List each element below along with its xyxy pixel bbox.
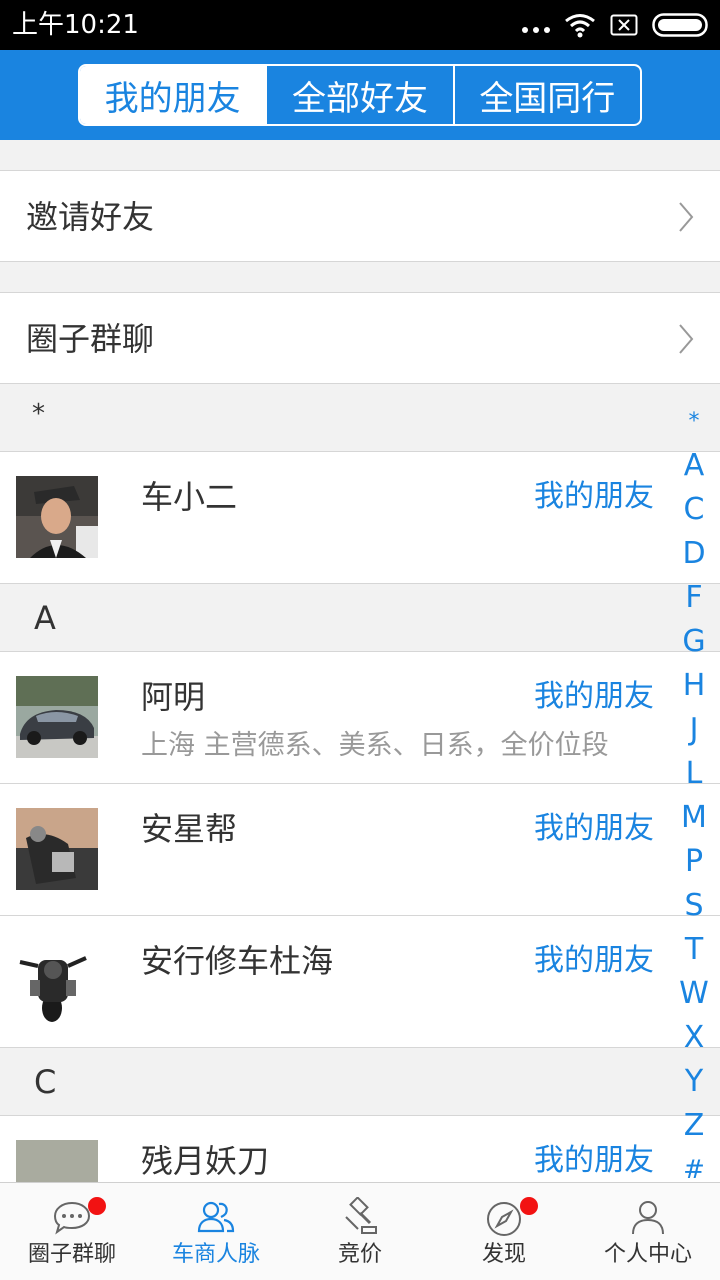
index-letter[interactable]: A [676, 444, 712, 488]
section-letter: C [34, 1063, 57, 1101]
tab-all-friends[interactable]: 全部好友 [265, 66, 452, 124]
contact-name: 阿明 [141, 678, 206, 716]
index-letter[interactable]: S [676, 884, 712, 928]
section-header-star: * [0, 384, 720, 452]
notification-dot [520, 1197, 538, 1215]
status-bar: 上午10:21 [0, 0, 720, 50]
index-letter[interactable]: Z [676, 1104, 712, 1148]
index-letter[interactable]: W [676, 972, 712, 1016]
avatar [16, 940, 98, 1022]
battery-icon [652, 13, 708, 37]
header: 我的朋友 全部好友 全国同行 [0, 50, 720, 140]
friend-tag: 我的朋友 [534, 1143, 654, 1178]
tab-my-friends[interactable]: 我的朋友 [80, 66, 266, 124]
contact-name: 安星帮 [141, 810, 238, 848]
contact-name: 车小二 [141, 478, 238, 516]
tab-national-peers[interactable]: 全国同行 [452, 66, 640, 124]
bottom-nav: 圈子群聊 车商人脉 竞价 发现 个人中心 [0, 1182, 720, 1280]
more-dots-icon [522, 27, 550, 33]
chevron-right-icon [679, 324, 694, 354]
alphabet-index[interactable]: * A C D F G H J L M P S T W X Y Z # [676, 400, 712, 1192]
avatar [16, 476, 98, 558]
friend-tag: 我的朋友 [534, 679, 654, 714]
index-letter[interactable]: Y [676, 1060, 712, 1104]
index-letter[interactable]: C [676, 488, 712, 532]
group-chat-row[interactable]: 圈子群聊 [0, 292, 720, 384]
notification-dot [88, 1197, 106, 1215]
section-letter: * [32, 399, 45, 429]
index-letter[interactable]: M [676, 796, 712, 840]
contact-name: 安行修车杜海 [141, 942, 334, 980]
nav-label: 发现 [481, 1242, 526, 1267]
index-letter[interactable]: H [676, 664, 712, 708]
group-chat-label: 圈子群聊 [26, 320, 155, 358]
index-letter[interactable]: X [676, 1016, 712, 1060]
person-icon [632, 1201, 664, 1235]
contact-row[interactable]: 阿明 我的朋友 上海 主营德系、美系、日系，全价位段 [0, 652, 720, 784]
contact-row[interactable]: 车小二 我的朋友 [0, 452, 720, 584]
index-letter[interactable]: L [676, 752, 712, 796]
friend-tag: 我的朋友 [534, 479, 654, 514]
chevron-right-icon [679, 202, 694, 232]
chat-bubble-icon [53, 1201, 91, 1235]
nav-label: 竞价 [337, 1242, 382, 1267]
invite-friends-row[interactable]: 邀请好友 [0, 170, 720, 262]
index-letter[interactable]: P [676, 840, 712, 884]
avatar [16, 808, 98, 890]
no-sim-icon [610, 14, 638, 36]
nav-discover[interactable]: 发现 [432, 1183, 576, 1280]
gavel-icon [345, 1197, 377, 1234]
nav-bidding[interactable]: 竞价 [288, 1183, 432, 1280]
section-header-c: C [0, 1048, 720, 1116]
status-icons [522, 10, 708, 40]
friend-tag: 我的朋友 [534, 811, 654, 846]
section-letter: A [34, 599, 56, 637]
contact-row[interactable]: 安星帮 我的朋友 [0, 784, 720, 916]
invite-friends-label: 邀请好友 [26, 198, 155, 236]
nav-profile[interactable]: 个人中心 [576, 1183, 720, 1280]
wifi-icon [565, 14, 595, 38]
index-letter[interactable]: F [676, 576, 712, 620]
friend-tag: 我的朋友 [534, 943, 654, 978]
status-time: 上午10:21 [12, 10, 139, 40]
screen: 上午10:21 我的朋友 全部好友 全国同行 邀请好友 圈子群聊 * 车小二 我… [0, 0, 720, 1280]
index-letter[interactable]: J [676, 708, 712, 752]
index-letter[interactable]: D [676, 532, 712, 576]
nav-group-chat[interactable]: 圈子群聊 [0, 1183, 144, 1280]
contact-row[interactable]: 安行修车杜海 我的朋友 [0, 916, 720, 1048]
people-icon [197, 1201, 235, 1233]
index-letter[interactable]: * [676, 400, 712, 444]
compass-icon [487, 1202, 521, 1236]
contact-name: 残月妖刀 [141, 1142, 270, 1180]
nav-label: 个人中心 [603, 1242, 692, 1267]
section-header-a: A [0, 584, 720, 652]
avatar [16, 676, 98, 758]
index-letter[interactable]: G [676, 620, 712, 664]
contact-description: 上海 主营德系、美系、日系，全价位段 [141, 730, 609, 761]
index-letter[interactable]: T [676, 928, 712, 972]
nav-dealer-network[interactable]: 车商人脉 [144, 1183, 288, 1280]
segmented-tabs: 我的朋友 全部好友 全国同行 [78, 64, 642, 126]
nav-label: 车商人脉 [171, 1242, 260, 1267]
nav-label: 圈子群聊 [27, 1242, 116, 1267]
